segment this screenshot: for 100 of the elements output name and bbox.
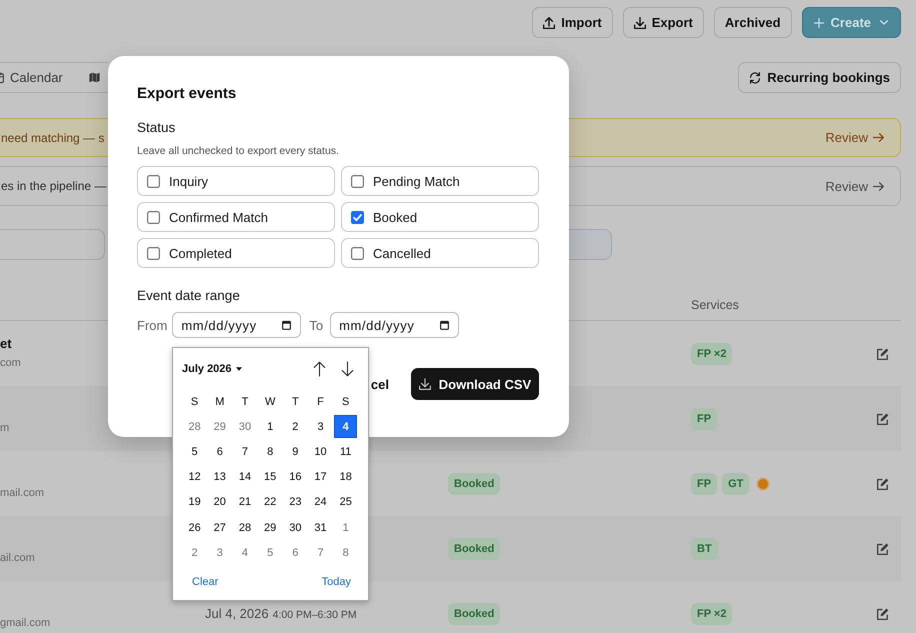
repeat-icon <box>749 72 762 84</box>
calendar-day[interactable]: 10 <box>309 440 332 464</box>
calendar-day[interactable]: 2 <box>284 415 307 438</box>
service-tag: FP ×2 <box>691 602 732 624</box>
status-badge: Booked <box>448 602 500 624</box>
calendar-day[interactable]: 9 <box>284 440 307 464</box>
calendar-day[interactable]: 15 <box>258 466 282 489</box>
calendar-day[interactable]: 18 <box>334 466 358 489</box>
calendar-day[interactable]: 28 <box>233 516 256 540</box>
calendar-day[interactable]: 7 <box>233 440 256 464</box>
calendar-day[interactable]: 17 <box>309 466 332 489</box>
calendar-day[interactable]: 26 <box>183 516 206 540</box>
edit-icon[interactable] <box>876 542 888 554</box>
client-email: m <box>0 421 10 436</box>
calendar-day[interactable]: 28 <box>183 415 206 438</box>
cancel-button[interactable]: cel <box>370 376 389 392</box>
calendar-day[interactable]: 21 <box>233 490 256 514</box>
checkbox[interactable] <box>351 174 364 188</box>
upload-icon <box>543 16 556 28</box>
calendar-day[interactable]: 30 <box>284 516 307 540</box>
calendar-day[interactable]: 27 <box>208 516 232 540</box>
download-icon <box>634 16 646 28</box>
calendar-day[interactable]: 8 <box>334 541 358 564</box>
calendar-day[interactable]: 16 <box>284 466 307 489</box>
arrow-down-icon[interactable] <box>341 360 354 376</box>
date-field[interactable]: mm/dd/yyyy <box>172 312 302 338</box>
calendar-day[interactable]: 19 <box>183 490 206 514</box>
arrow-right-icon <box>873 133 884 142</box>
calendar-day[interactable]: 25 <box>334 490 358 514</box>
checkbox[interactable] <box>351 246 364 260</box>
calendar-day[interactable]: 6 <box>284 541 307 564</box>
banner-text: need matching — s <box>1 130 104 144</box>
checkbox[interactable] <box>351 210 364 224</box>
calendar-day[interactable]: 12 <box>183 466 206 489</box>
calendar-icon[interactable] <box>440 320 450 330</box>
checkbox[interactable] <box>147 246 160 260</box>
recurring-bookings-button[interactable]: Recurring bookings <box>738 62 901 93</box>
export-button[interactable]: Export <box>622 7 704 38</box>
month-selector[interactable]: July 2026 <box>182 362 242 374</box>
status-option[interactable]: Confirmed Match <box>137 202 335 232</box>
download-csv-button[interactable]: Download CSV <box>411 368 539 400</box>
input-field[interactable] <box>0 229 105 260</box>
select-field[interactable] <box>569 229 612 260</box>
edit-icon[interactable] <box>876 478 888 490</box>
calendar-day[interactable]: 1 <box>334 516 358 540</box>
calendar-day[interactable]: 3 <box>208 541 232 564</box>
weekday-label: W <box>264 394 276 410</box>
calendar-day[interactable]: 5 <box>258 541 282 564</box>
weekday-label: T <box>290 394 300 410</box>
calendar-day[interactable]: 4 <box>233 541 256 564</box>
arrow-up-icon[interactable] <box>313 360 326 376</box>
hint-text: Leave all unchecked to export every status. <box>137 144 340 158</box>
calendar-day[interactable]: 22 <box>258 490 282 514</box>
calendar-day[interactable]: 29 <box>208 415 232 438</box>
calendar-day[interactable]: 20 <box>208 490 232 514</box>
status-option[interactable]: Completed <box>137 238 335 268</box>
calendar-day[interactable]: 6 <box>208 440 232 464</box>
calendar-day[interactable]: 11 <box>334 440 358 464</box>
calendar-day[interactable]: 14 <box>233 466 256 489</box>
map-icon[interactable] <box>88 72 100 83</box>
status-option[interactable]: Inquiry <box>137 166 335 196</box>
banner-text: es in the pipeline — <box>1 179 106 193</box>
clear-link[interactable]: Clear <box>192 576 218 588</box>
archived-button[interactable]: Archived <box>714 7 792 38</box>
calendar-day[interactable]: 23 <box>284 490 307 514</box>
review-link[interactable]: Review <box>825 178 884 194</box>
calendar-day[interactable]: 31 <box>309 516 332 540</box>
import-button[interactable]: Import <box>532 7 613 38</box>
calendar-day[interactable]: 30 <box>233 415 256 438</box>
calendar-day[interactable]: 7 <box>309 541 332 564</box>
calendar-day[interactable]: 5 <box>183 440 206 464</box>
weekday-label: S <box>190 394 200 410</box>
calendar-day[interactable]: 4 <box>334 415 358 438</box>
calendar-day[interactable]: 29 <box>258 516 282 540</box>
calendar-tab[interactable]: Calendar <box>0 63 63 92</box>
calendar-day[interactable]: 8 <box>258 440 282 464</box>
edit-icon[interactable] <box>876 608 888 620</box>
arrow-right-icon <box>873 182 884 190</box>
section-label: Status <box>137 119 176 136</box>
status-option[interactable]: Booked <box>341 202 539 232</box>
calendar-icon[interactable] <box>282 320 292 330</box>
calendar-day[interactable]: 2 <box>183 541 206 564</box>
section-label: Event date range <box>137 287 241 304</box>
status-option[interactable]: Cancelled <box>341 238 539 268</box>
weekday-label: S <box>341 394 350 410</box>
service-tag: BT <box>691 538 718 560</box>
edit-icon[interactable] <box>876 412 888 424</box>
review-link[interactable]: Review <box>825 130 884 145</box>
date-field[interactable]: mm/dd/yyyy <box>330 312 460 338</box>
calendar-day[interactable]: 3 <box>309 415 332 438</box>
checkbox[interactable] <box>147 174 160 188</box>
calendar-day[interactable]: 24 <box>309 490 332 514</box>
client-email: gmail.com <box>0 616 50 631</box>
checkbox[interactable] <box>147 210 160 224</box>
column-header: Services <box>691 296 739 312</box>
edit-icon[interactable] <box>876 348 888 360</box>
status-option[interactable]: Pending Match <box>341 166 539 196</box>
calendar-day[interactable]: 1 <box>258 415 282 438</box>
today-link[interactable]: Today <box>322 576 351 588</box>
calendar-day[interactable]: 13 <box>208 466 232 489</box>
